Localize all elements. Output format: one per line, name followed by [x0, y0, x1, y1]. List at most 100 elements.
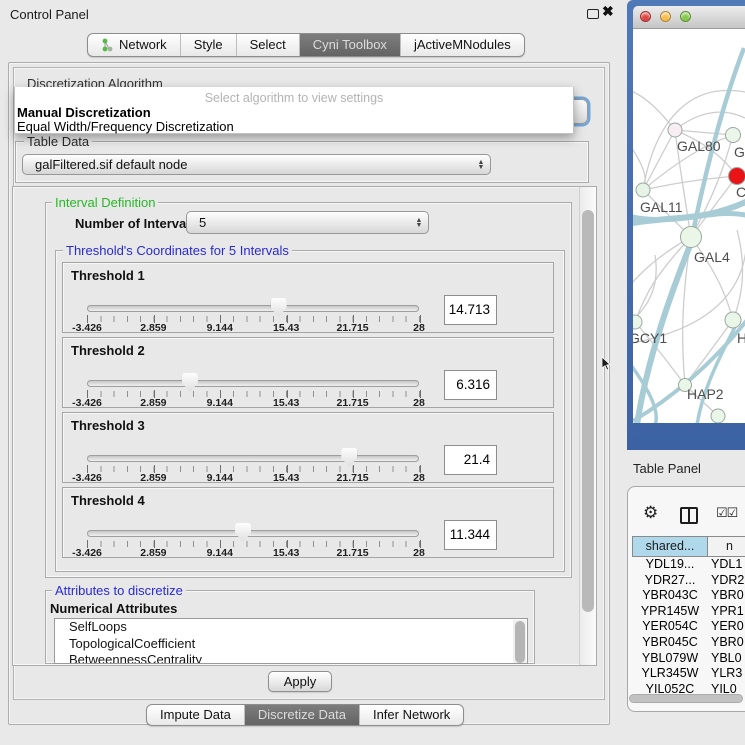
- cell-name[interactable]: YDR2: [711, 573, 744, 587]
- column-header-name[interactable]: n: [707, 536, 745, 557]
- slider-thumb[interactable]: [182, 373, 198, 392]
- tab-select[interactable]: Select: [237, 34, 300, 56]
- combo-stepper-icon: ▲▼: [472, 155, 490, 174]
- threshold-panel-1: Threshold 1 -3.4262.8599.14415.4321.71528…: [62, 262, 554, 333]
- vertical-scrollbar-thumb[interactable]: [582, 210, 594, 612]
- list-item[interactable]: SelfLoops: [55, 619, 527, 636]
- cell-shared-name[interactable]: YDL19...: [632, 557, 708, 571]
- cell-shared-name[interactable]: YER054C: [632, 619, 708, 633]
- cell-shared-name[interactable]: YPR145W: [632, 604, 708, 618]
- cell-name[interactable]: YER0: [711, 619, 744, 633]
- cell-name[interactable]: YIL0: [711, 682, 737, 694]
- cell-name[interactable]: YPR1: [711, 604, 744, 618]
- horizontal-scrollbar[interactable]: [629, 694, 743, 704]
- horizontal-scrollbar-thumb[interactable]: [629, 694, 743, 703]
- cell-name[interactable]: YLR3: [711, 666, 742, 680]
- network-node[interactable]: [725, 312, 741, 328]
- float-window-icon[interactable]: [587, 9, 599, 19]
- network-icon: [101, 38, 114, 52]
- column-header-shared-name[interactable]: shared...: [632, 536, 708, 557]
- slider-track[interactable]: [87, 305, 419, 312]
- threshold-value-field[interactable]: 6.316: [444, 370, 497, 400]
- tab-jactivemnodules[interactable]: jActiveMNodules: [401, 34, 524, 56]
- node-label: GCY1: [633, 330, 667, 346]
- node-label: GAL4: [694, 249, 730, 265]
- cell-shared-name[interactable]: YBL079W: [632, 651, 708, 665]
- network-node[interactable]: [681, 227, 702, 248]
- zoom-traffic-light-icon[interactable]: [680, 11, 691, 22]
- network-node[interactable]: [668, 123, 682, 137]
- cell-shared-name[interactable]: YDR27...: [632, 573, 708, 587]
- cell-shared-name[interactable]: YBR045C: [632, 635, 708, 649]
- attributes-group-title: Attributes to discretize: [52, 584, 186, 597]
- gear-icon[interactable]: ⚙: [643, 503, 658, 523]
- tab-infer-network[interactable]: Infer Network: [360, 705, 463, 725]
- threshold-panel-3: Threshold 3-3.4262.8599.14415.4321.71528…: [62, 412, 554, 483]
- cell-shared-name[interactable]: YIL052C: [632, 682, 708, 694]
- select-columns-checkbox-icons[interactable]: ☑☑: [716, 505, 737, 521]
- table-row[interactable]: YPR145WYPR1: [632, 604, 745, 620]
- slider-thumb[interactable]: [235, 523, 251, 542]
- table-data-group-title: Table Data: [24, 135, 92, 148]
- number-of-intervals-combobox[interactable]: 5 ▲▼: [186, 211, 429, 234]
- network-node[interactable]: [633, 315, 642, 329]
- slider-tick-labels: -3.4262.8599.14415.4321.71528: [87, 472, 419, 483]
- close-icon[interactable]: ✖: [602, 3, 614, 20]
- table-panel-title: Table Panel: [633, 461, 701, 476]
- cell-name[interactable]: YDL1: [711, 557, 742, 571]
- apply-button[interactable]: Apply: [268, 671, 332, 692]
- list-scrollbar-thumb[interactable]: [515, 621, 525, 663]
- network-node[interactable]: [729, 168, 745, 185]
- list-item[interactable]: TopologicalCoefficient: [55, 636, 527, 653]
- network-node[interactable]: [726, 128, 741, 143]
- table-row[interactable]: YIL052CYIL0: [632, 682, 745, 694]
- threshold-value-field[interactable]: 21.4: [444, 445, 497, 475]
- combo-stepper-icon: ▲▼: [410, 212, 428, 233]
- slider-tick-labels: -3.4262.8599.14415.4321.71528: [87, 322, 419, 333]
- table-row[interactable]: YER054CYER0: [632, 619, 745, 635]
- threshold-label: Threshold 4: [71, 493, 145, 508]
- slider-tick-labels: -3.4262.8599.14415.4321.71528: [87, 547, 419, 558]
- close-traffic-light-icon[interactable]: [640, 11, 651, 22]
- vertical-scrollbar[interactable]: [579, 187, 596, 665]
- numerical-attributes-label: Numerical Attributes: [50, 601, 177, 616]
- cell-shared-name[interactable]: YBR043C: [632, 588, 708, 602]
- tab-cyni-toolbox[interactable]: Cyni Toolbox: [300, 34, 401, 56]
- minimize-traffic-light-icon[interactable]: [660, 11, 671, 22]
- node-attribute-table[interactable]: shared... n YDL19...YDL1YDR27...YDR2YBR0…: [632, 536, 745, 694]
- algorithm-option-equal-width[interactable]: Equal Width/Frequency Discretization: [17, 119, 234, 134]
- tab-discretize-data[interactable]: Discretize Data: [245, 705, 360, 725]
- network-node[interactable]: [636, 183, 650, 197]
- slider-track[interactable]: [87, 530, 419, 537]
- slider-track[interactable]: [87, 380, 419, 387]
- slider-thumb[interactable]: [341, 448, 357, 467]
- threshold-value-field[interactable]: 14.713: [444, 295, 497, 325]
- table-row[interactable]: YDL19...YDL1: [632, 557, 745, 573]
- network-node[interactable]: [711, 409, 725, 423]
- tab-network[interactable]: Network: [88, 34, 181, 56]
- table-row[interactable]: YLR345WYLR3: [632, 666, 745, 682]
- table-data-combobox[interactable]: galFiltered.sif default node ▲▼: [22, 154, 491, 175]
- threshold-value-field[interactable]: 11.344: [444, 520, 497, 550]
- slider-track[interactable]: [87, 455, 419, 462]
- threshold-panel-4: Threshold 4 -3.4262.8599.14415.4321.71528…: [62, 487, 554, 558]
- columns-icon[interactable]: [680, 507, 698, 524]
- algorithm-option-manual[interactable]: Manual Discretization: [17, 105, 151, 120]
- cell-name[interactable]: YBR0: [711, 635, 744, 649]
- slider-thumb[interactable]: [271, 298, 287, 317]
- threshold-label: Threshold 1: [71, 268, 145, 283]
- tab-style[interactable]: Style: [181, 34, 237, 56]
- tab-impute-data[interactable]: Impute Data: [147, 705, 245, 725]
- list-item[interactable]: BetweennessCentrality: [55, 652, 527, 664]
- cell-name[interactable]: YBL0: [711, 651, 742, 665]
- cell-name[interactable]: YBR0: [711, 588, 744, 602]
- node-label: GAL11: [640, 199, 683, 215]
- table-row[interactable]: YBR045CYBR0: [632, 635, 745, 651]
- numerical-attributes-list[interactable]: SelfLoopsTopologicalCoefficientBetweenne…: [54, 618, 528, 664]
- table-row[interactable]: YDR27...YDR2: [632, 573, 745, 589]
- network-canvas[interactable]: GAL80GACGAL11GAL4GCY1HHAP2: [633, 29, 745, 423]
- cell-shared-name[interactable]: YLR345W: [632, 666, 708, 680]
- table-row[interactable]: YBR043CYBR0: [632, 588, 745, 604]
- table-row[interactable]: YBL079WYBL0: [632, 651, 745, 667]
- list-scrollbar[interactable]: [513, 620, 526, 664]
